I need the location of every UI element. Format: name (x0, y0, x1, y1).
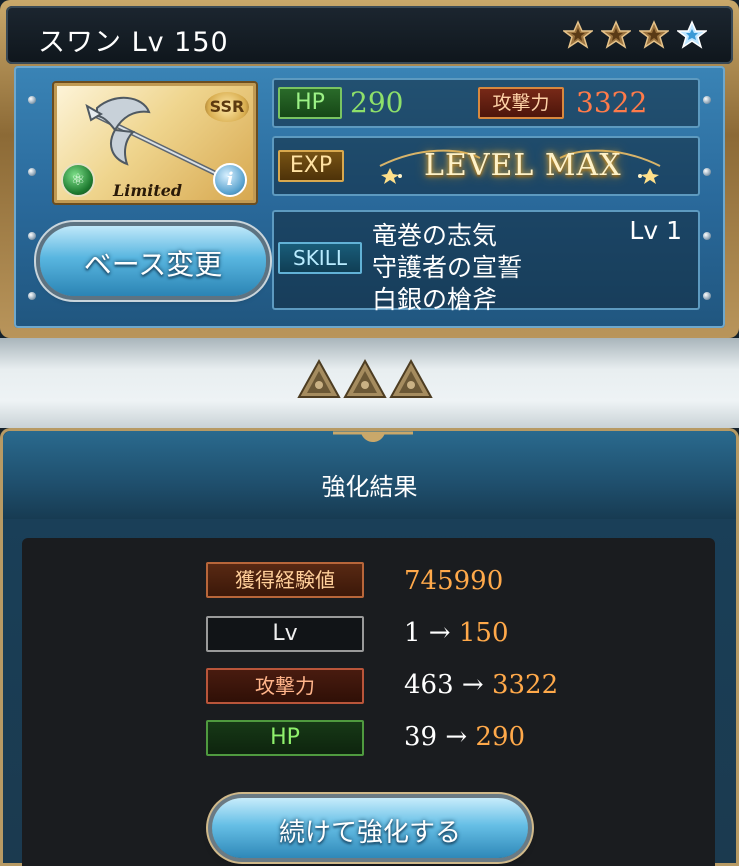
skill-level: Lv 1 (629, 216, 682, 245)
gained-exp-value: 745990 (404, 566, 504, 596)
exp-panel: EXP LEVEL MAX (272, 136, 700, 196)
skill-name: 竜巻の志気 (372, 221, 498, 250)
continue-upgrade-button[interactable]: 続けて強化する (212, 798, 528, 858)
atk-value: 3322 (576, 86, 648, 119)
ornament-icon (333, 431, 413, 442)
result-title: 強化結果 (321, 473, 418, 501)
triangle-arrow-icon (389, 358, 433, 398)
star-icon (637, 20, 671, 50)
rivet (28, 232, 36, 240)
rivet (28, 292, 36, 300)
skill-name: 守護者の宣誓 (372, 253, 523, 282)
star-icon (599, 20, 633, 50)
skill-tag: SKILL (278, 242, 362, 274)
rivet (28, 168, 36, 176)
level-max-text: LEVEL MAX (424, 148, 622, 183)
hp-label: HP (206, 720, 364, 756)
star-icon (561, 20, 595, 50)
wind-element-icon: ⚛ (61, 163, 95, 197)
upgrade-result-panel: 強化結果 獲得経験値 745990 Lv 1 → 150 攻撃力 463 → 3… (0, 428, 739, 866)
rivet (703, 292, 711, 300)
attack-change: 463 → 3322 (404, 670, 559, 700)
info-icon[interactable]: i (213, 163, 247, 197)
continue-upgrade-button-label: 続けて強化する (278, 818, 461, 848)
level-label: Lv (206, 616, 364, 652)
hp-atk-panel: HP 290 攻撃力 3322 (272, 78, 700, 128)
hp-tag: HP (278, 87, 342, 119)
base-change-button-label: ベース変更 (83, 248, 223, 281)
title-bar: スワン Lv 150 (6, 6, 733, 64)
level-change: 1 → 150 (404, 618, 509, 648)
upgrade-arrows (297, 358, 433, 400)
uncap-stars (561, 20, 709, 50)
weapon-title: スワン Lv 150 (38, 27, 229, 58)
skill-panel: SKILL 竜巻の志気 守護者の宣誓 白銀の槍斧 Lv 1 (272, 210, 700, 314)
base-change-button[interactable]: ベース変更 (40, 226, 266, 296)
attack-label: 攻撃力 (206, 668, 364, 704)
limited-label: Limited (113, 181, 183, 200)
exp-tag: EXP (278, 150, 344, 182)
ssr-badge: SSR (205, 92, 249, 122)
result-header: 強化結果 (3, 431, 736, 519)
triangle-arrow-icon (297, 358, 341, 398)
hp-change: 39 → 290 (404, 722, 526, 752)
weapon-details-panel: SSR ⚛ Limited i ベース変更 HP 290 攻撃力 3322 EX… (14, 66, 725, 328)
atk-tag: 攻撃力 (478, 87, 564, 119)
gained-exp-label: 獲得経験値 (206, 562, 364, 598)
skill-name: 白銀の槍斧 (372, 285, 498, 314)
triangle-arrow-icon (343, 358, 387, 398)
blue-star-icon (675, 20, 709, 50)
rivet (703, 168, 711, 176)
hp-value: 290 (350, 86, 404, 119)
rivet (28, 96, 36, 104)
rivet (703, 96, 711, 104)
rivet (703, 232, 711, 240)
weapon-thumbnail[interactable]: SSR ⚛ Limited i (54, 83, 256, 203)
